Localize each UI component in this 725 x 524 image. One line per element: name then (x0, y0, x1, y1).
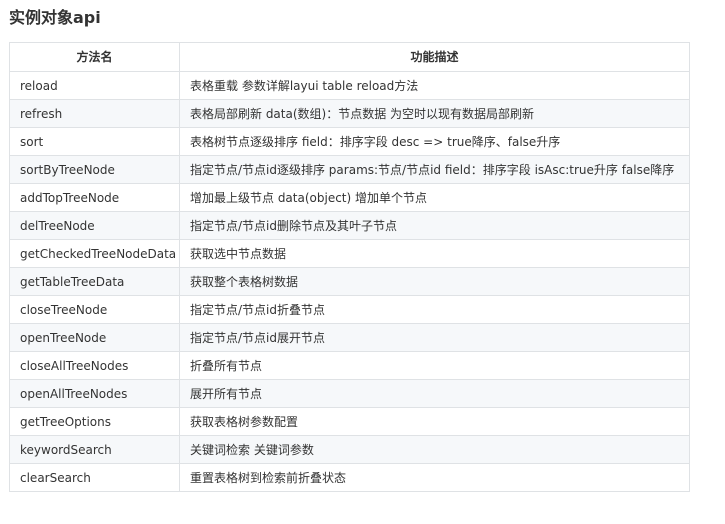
page-title: 实例对象api (9, 8, 101, 27)
table-row: openAllTreeNodes 展开所有节点 (9, 379, 690, 408)
description-cell: 展开所有节点 (179, 379, 690, 408)
description-cell: 获取整个表格树数据 (179, 267, 690, 296)
description-cell: 折叠所有节点 (179, 351, 690, 380)
description-cell: 指定节点/节点id展开节点 (179, 323, 690, 352)
method-name-cell: sortByTreeNode (9, 155, 180, 184)
method-name-cell: sort (9, 127, 180, 156)
method-name-cell: clearSearch (9, 463, 180, 492)
table-row: keywordSearch 关键词检索 关键词参数 (9, 435, 690, 464)
method-name-cell: openAllTreeNodes (9, 379, 180, 408)
table-row: openTreeNode 指定节点/节点id展开节点 (9, 323, 690, 352)
table-row: addTopTreeNode 增加最上级节点 data(object) 增加单个… (9, 183, 690, 212)
description-cell: 表格局部刷新 data(数组)：节点数据 为空时以现有数据局部刷新 (179, 99, 690, 128)
method-name-cell: delTreeNode (9, 211, 180, 240)
column-header-method-name: 方法名 (9, 42, 180, 72)
api-table: 方法名 功能描述 reload 表格重载 参数详解layui table rel… (9, 42, 690, 492)
description-cell: 表格树节点逐级排序 field：排序字段 desc => true降序、fals… (179, 127, 690, 156)
method-name-cell: addTopTreeNode (9, 183, 180, 212)
method-name-cell: refresh (9, 99, 180, 128)
method-name-cell: getTableTreeData (9, 267, 180, 296)
description-cell: 重置表格树到检索前折叠状态 (179, 463, 690, 492)
method-name-cell: closeTreeNode (9, 295, 180, 324)
description-cell: 增加最上级节点 data(object) 增加单个节点 (179, 183, 690, 212)
table-row: delTreeNode 指定节点/节点id删除节点及其叶子节点 (9, 211, 690, 240)
description-cell: 指定节点/节点id折叠节点 (179, 295, 690, 324)
description-cell: 获取选中节点数据 (179, 239, 690, 268)
method-name-cell: keywordSearch (9, 435, 180, 464)
table-row: sort 表格树节点逐级排序 field：排序字段 desc => true降序… (9, 127, 690, 156)
table-row: reload 表格重载 参数详解layui table reload方法 (9, 71, 690, 100)
table-row: clearSearch 重置表格树到检索前折叠状态 (9, 463, 690, 492)
description-cell: 关键词检索 关键词参数 (179, 435, 690, 464)
table-row: sortByTreeNode 指定节点/节点id逐级排序 params:节点/节… (9, 155, 690, 184)
description-cell: 指定节点/节点id逐级排序 params:节点/节点id field：排序字段 … (179, 155, 690, 184)
table-header-row: 方法名 功能描述 (9, 42, 690, 72)
table-row: refresh 表格局部刷新 data(数组)：节点数据 为空时以现有数据局部刷… (9, 99, 690, 128)
table-row: closeTreeNode 指定节点/节点id折叠节点 (9, 295, 690, 324)
method-name-cell: closeAllTreeNodes (9, 351, 180, 380)
method-name-cell: reload (9, 71, 180, 100)
method-name-cell: openTreeNode (9, 323, 180, 352)
table-row: getTableTreeData 获取整个表格树数据 (9, 267, 690, 296)
method-name-cell: getTreeOptions (9, 407, 180, 436)
table-row: closeAllTreeNodes 折叠所有节点 (9, 351, 690, 380)
column-header-description: 功能描述 (179, 42, 690, 72)
description-cell: 指定节点/节点id删除节点及其叶子节点 (179, 211, 690, 240)
description-cell: 表格重载 参数详解layui table reload方法 (179, 71, 690, 100)
method-name-cell: getCheckedTreeNodeData (9, 239, 180, 268)
description-cell: 获取表格树参数配置 (179, 407, 690, 436)
table-row: getCheckedTreeNodeData 获取选中节点数据 (9, 239, 690, 268)
table-row: getTreeOptions 获取表格树参数配置 (9, 407, 690, 436)
